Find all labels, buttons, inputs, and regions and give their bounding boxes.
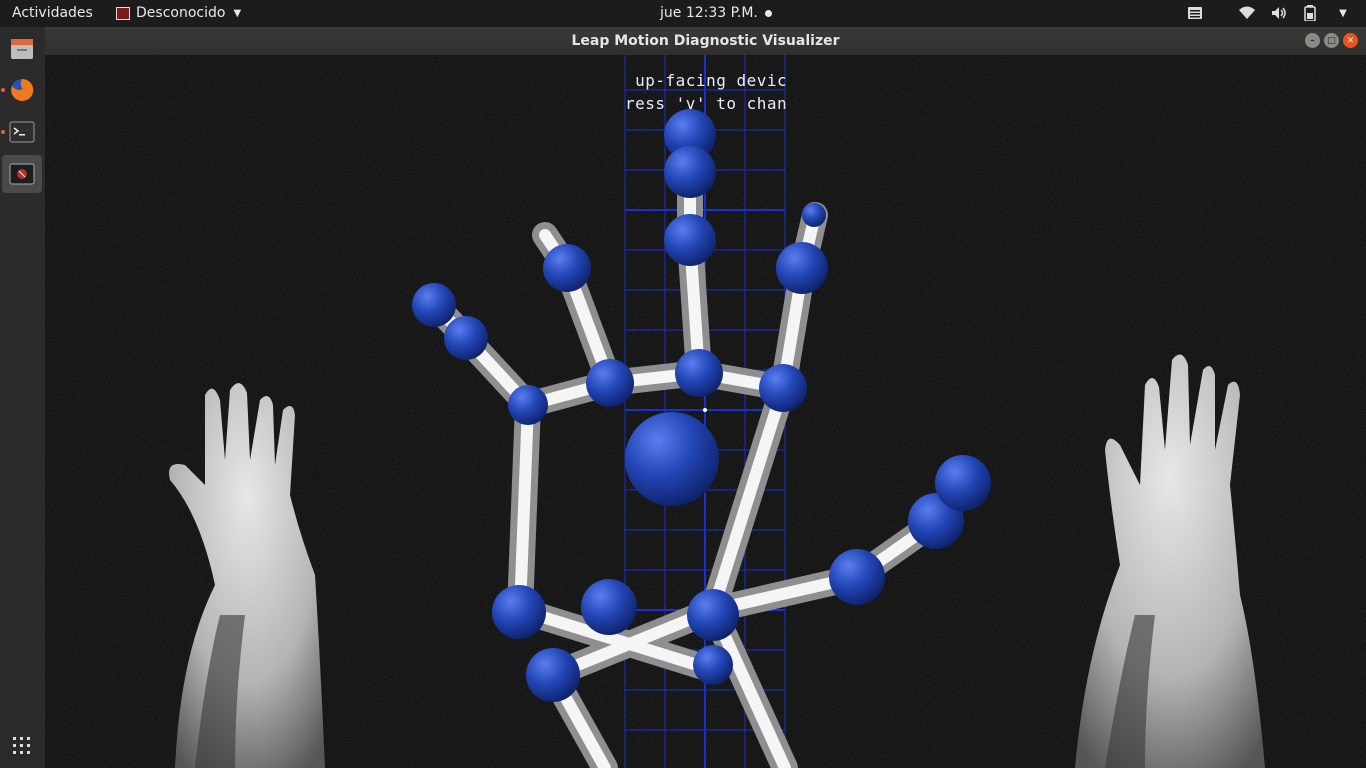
running-indicator (1, 130, 5, 134)
app-icon (116, 6, 130, 20)
app-menu[interactable]: Desconocido ▼ (116, 5, 241, 21)
dock-leap-visualizer[interactable] (2, 155, 42, 193)
volume-icon[interactable] (1270, 4, 1288, 22)
leap-visualizer-icon (9, 163, 35, 185)
firefox-icon (11, 78, 34, 101)
center-marker (703, 408, 707, 412)
running-indicator (1, 88, 5, 92)
app-menu-label: Desconocido (136, 5, 226, 21)
palm-center-sphere (625, 412, 719, 506)
show-applications-icon[interactable] (12, 736, 32, 756)
wifi-icon[interactable] (1238, 4, 1256, 22)
clock-label: jue 12:33 P.M. (660, 5, 758, 21)
minimize-button[interactable]: – (1305, 33, 1320, 48)
system-tray[interactable]: ▼ (1186, 4, 1352, 22)
overlay-hint-line-1: up-facing devic (625, 71, 788, 90)
visualizer-viewport[interactable]: up-facing devic ress 'v' to chan (45, 55, 1366, 768)
top-bar: Actividades Desconocido ▼ jue 12:33 P.M.… (0, 0, 1366, 27)
battery-icon[interactable] (1302, 4, 1320, 22)
power-menu-chevron-icon[interactable]: ▼ (1334, 4, 1352, 22)
hand-scene (45, 55, 1366, 768)
window-title: Leap Motion Diagnostic Visualizer (571, 33, 840, 49)
dock-terminal[interactable] (1, 113, 42, 151)
maximize-button[interactable]: □ (1324, 33, 1339, 48)
chevron-down-icon: ▼ (233, 7, 242, 19)
overlay-hint-line-2: ress 'v' to chan (625, 94, 788, 113)
files-icon (11, 39, 33, 59)
activities-button[interactable]: Actividades (12, 5, 93, 21)
clock[interactable]: jue 12:33 P.M. (660, 5, 772, 21)
dock (0, 27, 46, 768)
dock-firefox[interactable] (1, 71, 42, 109)
close-button[interactable]: ✕ (1343, 33, 1358, 48)
dock-files[interactable] (2, 29, 42, 67)
menu-icon[interactable] (1186, 4, 1204, 22)
terminal-icon (9, 121, 35, 143)
notification-dot-icon (764, 9, 772, 17)
window-titlebar[interactable]: Leap Motion Diagnostic Visualizer – □ ✕ (45, 27, 1366, 55)
window-controls: – □ ✕ (1305, 33, 1358, 48)
